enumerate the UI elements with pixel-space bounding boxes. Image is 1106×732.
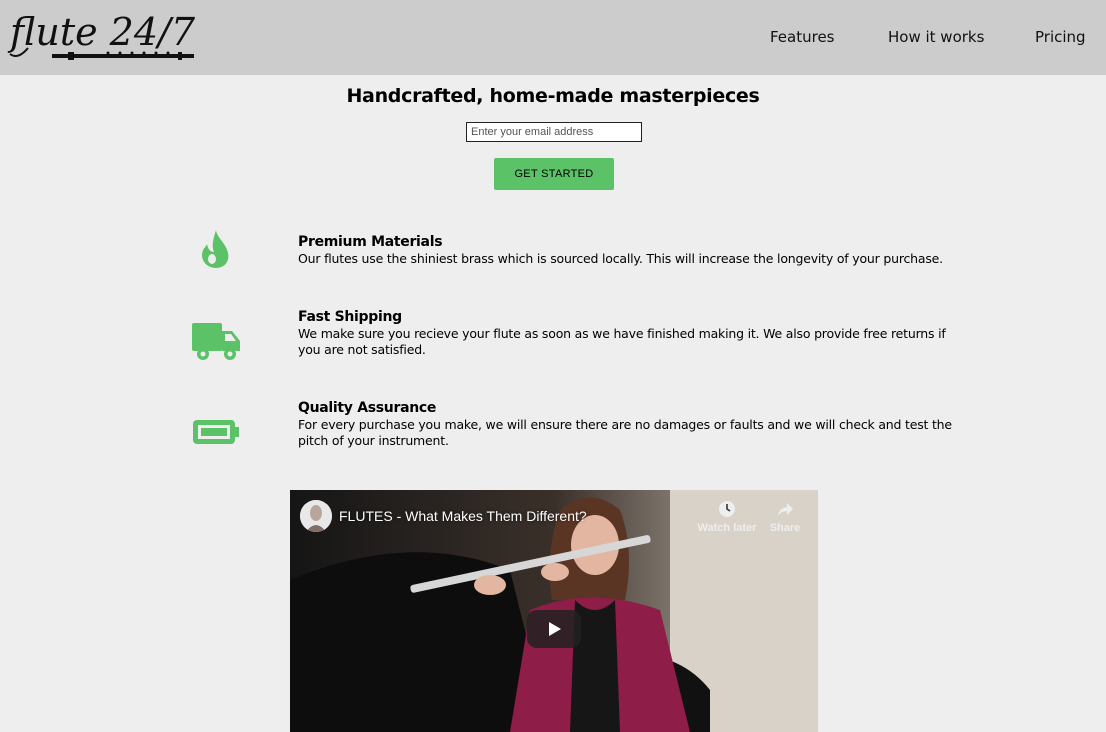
watch-later-button[interactable]: Watch later: [695, 500, 759, 534]
share-arrow-icon: [778, 503, 793, 516]
feature-description: For every purchase you make, we will ens…: [298, 417, 952, 448]
nav-link-how-it-works[interactable]: How it works: [888, 27, 984, 47]
feature-description: Our flutes use the shiniest brass which …: [298, 251, 943, 266]
truck-icon: [190, 319, 242, 363]
email-input[interactable]: [466, 122, 642, 142]
feature-title: Quality Assurance: [298, 400, 437, 416]
hero-title: Handcrafted, home-made masterpieces: [346, 85, 760, 107]
share-button[interactable]: Share: [753, 500, 817, 534]
channel-avatar[interactable]: [300, 500, 332, 532]
video-embed[interactable]: FLUTES - What Makes Them Different? Watc…: [290, 490, 818, 732]
watch-later-label: Watch later: [697, 522, 757, 534]
nav-link-pricing[interactable]: Pricing: [1035, 27, 1086, 47]
play-icon: [549, 622, 561, 636]
share-label: Share: [769, 522, 801, 534]
flame-icon: [190, 228, 242, 272]
video-title[interactable]: FLUTES - What Makes Them Different?: [339, 508, 587, 524]
nav-link-features[interactable]: Features: [770, 27, 835, 47]
site-header: flute 24/7 Features How it works Pricing: [0, 0, 1106, 75]
feature-title: Fast Shipping: [298, 309, 402, 325]
feature-description: We make sure you recieve your flute as s…: [298, 326, 946, 357]
main-nav: Features How it works Pricing: [0, 27, 1106, 49]
play-button[interactable]: [527, 610, 581, 648]
get-started-button[interactable]: GET STARTED: [494, 158, 614, 190]
feature-title: Premium Materials: [298, 234, 443, 250]
battery-icon: [190, 410, 242, 454]
clock-icon: [719, 501, 735, 517]
